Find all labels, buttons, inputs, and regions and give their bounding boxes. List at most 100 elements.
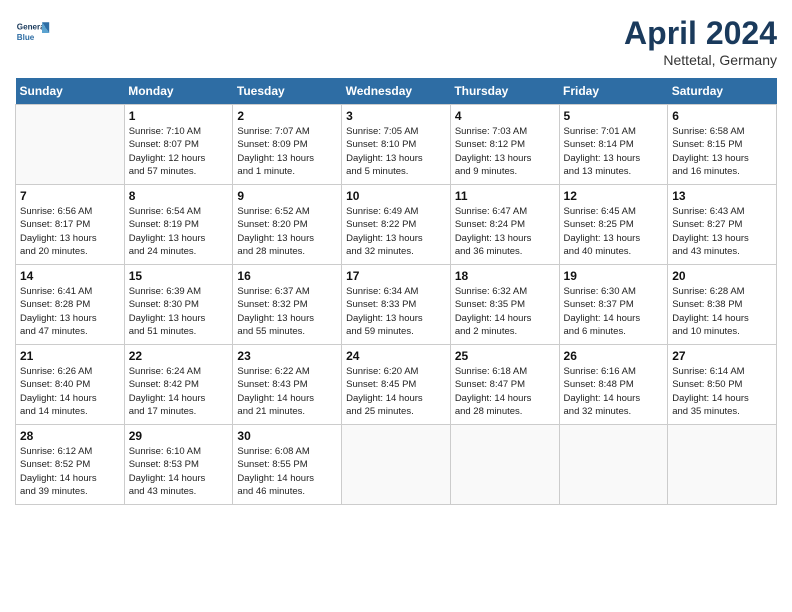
calendar-cell: 25 Sunrise: 6:18 AM Sunset: 8:47 PM Dayli… — [450, 345, 559, 425]
day-number: 9 — [237, 189, 337, 203]
calendar-week-row-2: 7 Sunrise: 6:56 AM Sunset: 8:17 PM Daylig… — [16, 185, 777, 265]
calendar-cell: 17Sunrise: 6:34 AM Sunset: 8:33 PM Dayli… — [342, 265, 451, 345]
calendar-weekday-monday: Monday — [124, 78, 233, 105]
day-number: 27 — [672, 349, 772, 363]
day-number: 12 — [564, 189, 664, 203]
day-number: 6 — [672, 109, 772, 123]
calendar-cell: 27 Sunrise: 6:14 AM Sunset: 8:50 PM Dayli… — [668, 345, 777, 425]
day-number: 1 — [129, 109, 229, 123]
day-number: 26 — [564, 349, 664, 363]
day-number: 2 — [237, 109, 337, 123]
calendar-cell — [450, 425, 559, 505]
calendar-cell: 23 Sunrise: 6:22 AM Sunset: 8:43 PM Dayli… — [233, 345, 342, 425]
day-number: 28 — [20, 429, 120, 443]
logo-icon: General Blue — [15, 15, 51, 51]
day-info: Sunrise: 6:26 AM Sunset: 8:40 PM Dayligh… — [20, 365, 120, 418]
day-info: Sunrise: 6:49 AM Sunset: 8:22 PM Dayligh… — [346, 205, 446, 258]
calendar-cell: 29Sunrise: 6:10 AM Sunset: 8:53 PM Dayli… — [124, 425, 233, 505]
day-number: 24 — [346, 349, 446, 363]
calendar-week-row-1: 1 Sunrise: 7:10 AM Sunset: 8:07 PM Daylig… — [16, 105, 777, 185]
day-info: Sunrise: 6:54 AM Sunset: 8:19 PM Dayligh… — [129, 205, 229, 258]
day-info: Sunrise: 6:39 AM Sunset: 8:30 PM Dayligh… — [129, 285, 229, 338]
calendar-cell: 13 Sunrise: 6:43 AM Sunset: 8:27 PM Dayli… — [668, 185, 777, 265]
logo: General Blue — [15, 15, 51, 51]
calendar-cell: 21Sunrise: 6:26 AM Sunset: 8:40 PM Dayli… — [16, 345, 125, 425]
location: Nettetal, Germany — [624, 52, 777, 68]
day-info: Sunrise: 6:58 AM Sunset: 8:15 PM Dayligh… — [672, 125, 772, 178]
calendar-cell: 24 Sunrise: 6:20 AM Sunset: 8:45 PM Dayli… — [342, 345, 451, 425]
day-info: Sunrise: 6:30 AM Sunset: 8:37 PM Dayligh… — [564, 285, 664, 338]
calendar-cell: 15 Sunrise: 6:39 AM Sunset: 8:30 PM Dayli… — [124, 265, 233, 345]
header: General Blue April 2024 Nettetal, German… — [15, 15, 777, 68]
day-number: 7 — [20, 189, 120, 203]
calendar-table: SundayMondayTuesdayWednesdayThursdayFrid… — [15, 78, 777, 505]
calendar-header-row: SundayMondayTuesdayWednesdayThursdayFrid… — [16, 78, 777, 105]
calendar-cell: 2Sunrise: 7:07 AM Sunset: 8:09 PM Daylig… — [233, 105, 342, 185]
day-info: Sunrise: 6:56 AM Sunset: 8:17 PM Dayligh… — [20, 205, 120, 258]
calendar-weekday-sunday: Sunday — [16, 78, 125, 105]
day-info: Sunrise: 6:16 AM Sunset: 8:48 PM Dayligh… — [564, 365, 664, 418]
calendar-cell: 3Sunrise: 7:05 AM Sunset: 8:10 PM Daylig… — [342, 105, 451, 185]
calendar-cell: 4 Sunrise: 7:03 AM Sunset: 8:12 PM Daylig… — [450, 105, 559, 185]
calendar-weekday-wednesday: Wednesday — [342, 78, 451, 105]
calendar-cell: 11 Sunrise: 6:47 AM Sunset: 8:24 PM Dayli… — [450, 185, 559, 265]
day-number: 25 — [455, 349, 555, 363]
calendar-weekday-friday: Friday — [559, 78, 668, 105]
calendar-cell: 20 Sunrise: 6:28 AM Sunset: 8:38 PM Dayli… — [668, 265, 777, 345]
day-info: Sunrise: 6:18 AM Sunset: 8:47 PM Dayligh… — [455, 365, 555, 418]
day-number: 23 — [237, 349, 337, 363]
day-info: Sunrise: 6:10 AM Sunset: 8:53 PM Dayligh… — [129, 445, 229, 498]
day-info: Sunrise: 7:05 AM Sunset: 8:10 PM Dayligh… — [346, 125, 446, 178]
day-number: 4 — [455, 109, 555, 123]
calendar-cell: 7 Sunrise: 6:56 AM Sunset: 8:17 PM Daylig… — [16, 185, 125, 265]
day-info: Sunrise: 6:20 AM Sunset: 8:45 PM Dayligh… — [346, 365, 446, 418]
day-info: Sunrise: 6:28 AM Sunset: 8:38 PM Dayligh… — [672, 285, 772, 338]
day-number: 8 — [129, 189, 229, 203]
day-number: 16 — [237, 269, 337, 283]
day-number: 14 — [20, 269, 120, 283]
day-number: 11 — [455, 189, 555, 203]
calendar-cell: 6 Sunrise: 6:58 AM Sunset: 8:15 PM Daylig… — [668, 105, 777, 185]
day-info: Sunrise: 6:08 AM Sunset: 8:55 PM Dayligh… — [237, 445, 337, 498]
calendar-cell: 16Sunrise: 6:37 AM Sunset: 8:32 PM Dayli… — [233, 265, 342, 345]
calendar-cell: 1 Sunrise: 7:10 AM Sunset: 8:07 PM Daylig… — [124, 105, 233, 185]
calendar-cell — [559, 425, 668, 505]
day-number: 30 — [237, 429, 337, 443]
day-number: 20 — [672, 269, 772, 283]
day-info: Sunrise: 6:22 AM Sunset: 8:43 PM Dayligh… — [237, 365, 337, 418]
calendar-cell — [342, 425, 451, 505]
day-info: Sunrise: 6:41 AM Sunset: 8:28 PM Dayligh… — [20, 285, 120, 338]
calendar-cell: 30 Sunrise: 6:08 AM Sunset: 8:55 PM Dayli… — [233, 425, 342, 505]
calendar-weekday-tuesday: Tuesday — [233, 78, 342, 105]
calendar-cell: 5Sunrise: 7:01 AM Sunset: 8:14 PM Daylig… — [559, 105, 668, 185]
calendar-weekday-thursday: Thursday — [450, 78, 559, 105]
calendar-cell: 28 Sunrise: 6:12 AM Sunset: 8:52 PM Dayli… — [16, 425, 125, 505]
day-info: Sunrise: 6:43 AM Sunset: 8:27 PM Dayligh… — [672, 205, 772, 258]
day-info: Sunrise: 6:45 AM Sunset: 8:25 PM Dayligh… — [564, 205, 664, 258]
page: General Blue April 2024 Nettetal, German… — [0, 0, 792, 612]
day-number: 19 — [564, 269, 664, 283]
calendar-cell: 10 Sunrise: 6:49 AM Sunset: 8:22 PM Dayli… — [342, 185, 451, 265]
calendar-cell: 8 Sunrise: 6:54 AM Sunset: 8:19 PM Daylig… — [124, 185, 233, 265]
day-info: Sunrise: 6:47 AM Sunset: 8:24 PM Dayligh… — [455, 205, 555, 258]
calendar-cell — [16, 105, 125, 185]
day-info: Sunrise: 7:10 AM Sunset: 8:07 PM Dayligh… — [129, 125, 229, 178]
svg-text:Blue: Blue — [17, 33, 35, 42]
day-number: 15 — [129, 269, 229, 283]
calendar-cell: 14 Sunrise: 6:41 AM Sunset: 8:28 PM Dayli… — [16, 265, 125, 345]
day-info: Sunrise: 6:12 AM Sunset: 8:52 PM Dayligh… — [20, 445, 120, 498]
day-info: Sunrise: 6:14 AM Sunset: 8:50 PM Dayligh… — [672, 365, 772, 418]
day-info: Sunrise: 6:34 AM Sunset: 8:33 PM Dayligh… — [346, 285, 446, 338]
day-info: Sunrise: 7:01 AM Sunset: 8:14 PM Dayligh… — [564, 125, 664, 178]
calendar-cell: 22Sunrise: 6:24 AM Sunset: 8:42 PM Dayli… — [124, 345, 233, 425]
day-info: Sunrise: 6:24 AM Sunset: 8:42 PM Dayligh… — [129, 365, 229, 418]
calendar-week-row-3: 14 Sunrise: 6:41 AM Sunset: 8:28 PM Dayli… — [16, 265, 777, 345]
day-info: Sunrise: 7:03 AM Sunset: 8:12 PM Dayligh… — [455, 125, 555, 178]
calendar-cell: 26 Sunrise: 6:16 AM Sunset: 8:48 PM Dayli… — [559, 345, 668, 425]
day-number: 13 — [672, 189, 772, 203]
day-number: 10 — [346, 189, 446, 203]
month-title: April 2024 — [624, 15, 777, 52]
calendar-week-row-4: 21Sunrise: 6:26 AM Sunset: 8:40 PM Dayli… — [16, 345, 777, 425]
calendar-cell: 19 Sunrise: 6:30 AM Sunset: 8:37 PM Dayli… — [559, 265, 668, 345]
calendar-cell: 9Sunrise: 6:52 AM Sunset: 8:20 PM Daylig… — [233, 185, 342, 265]
